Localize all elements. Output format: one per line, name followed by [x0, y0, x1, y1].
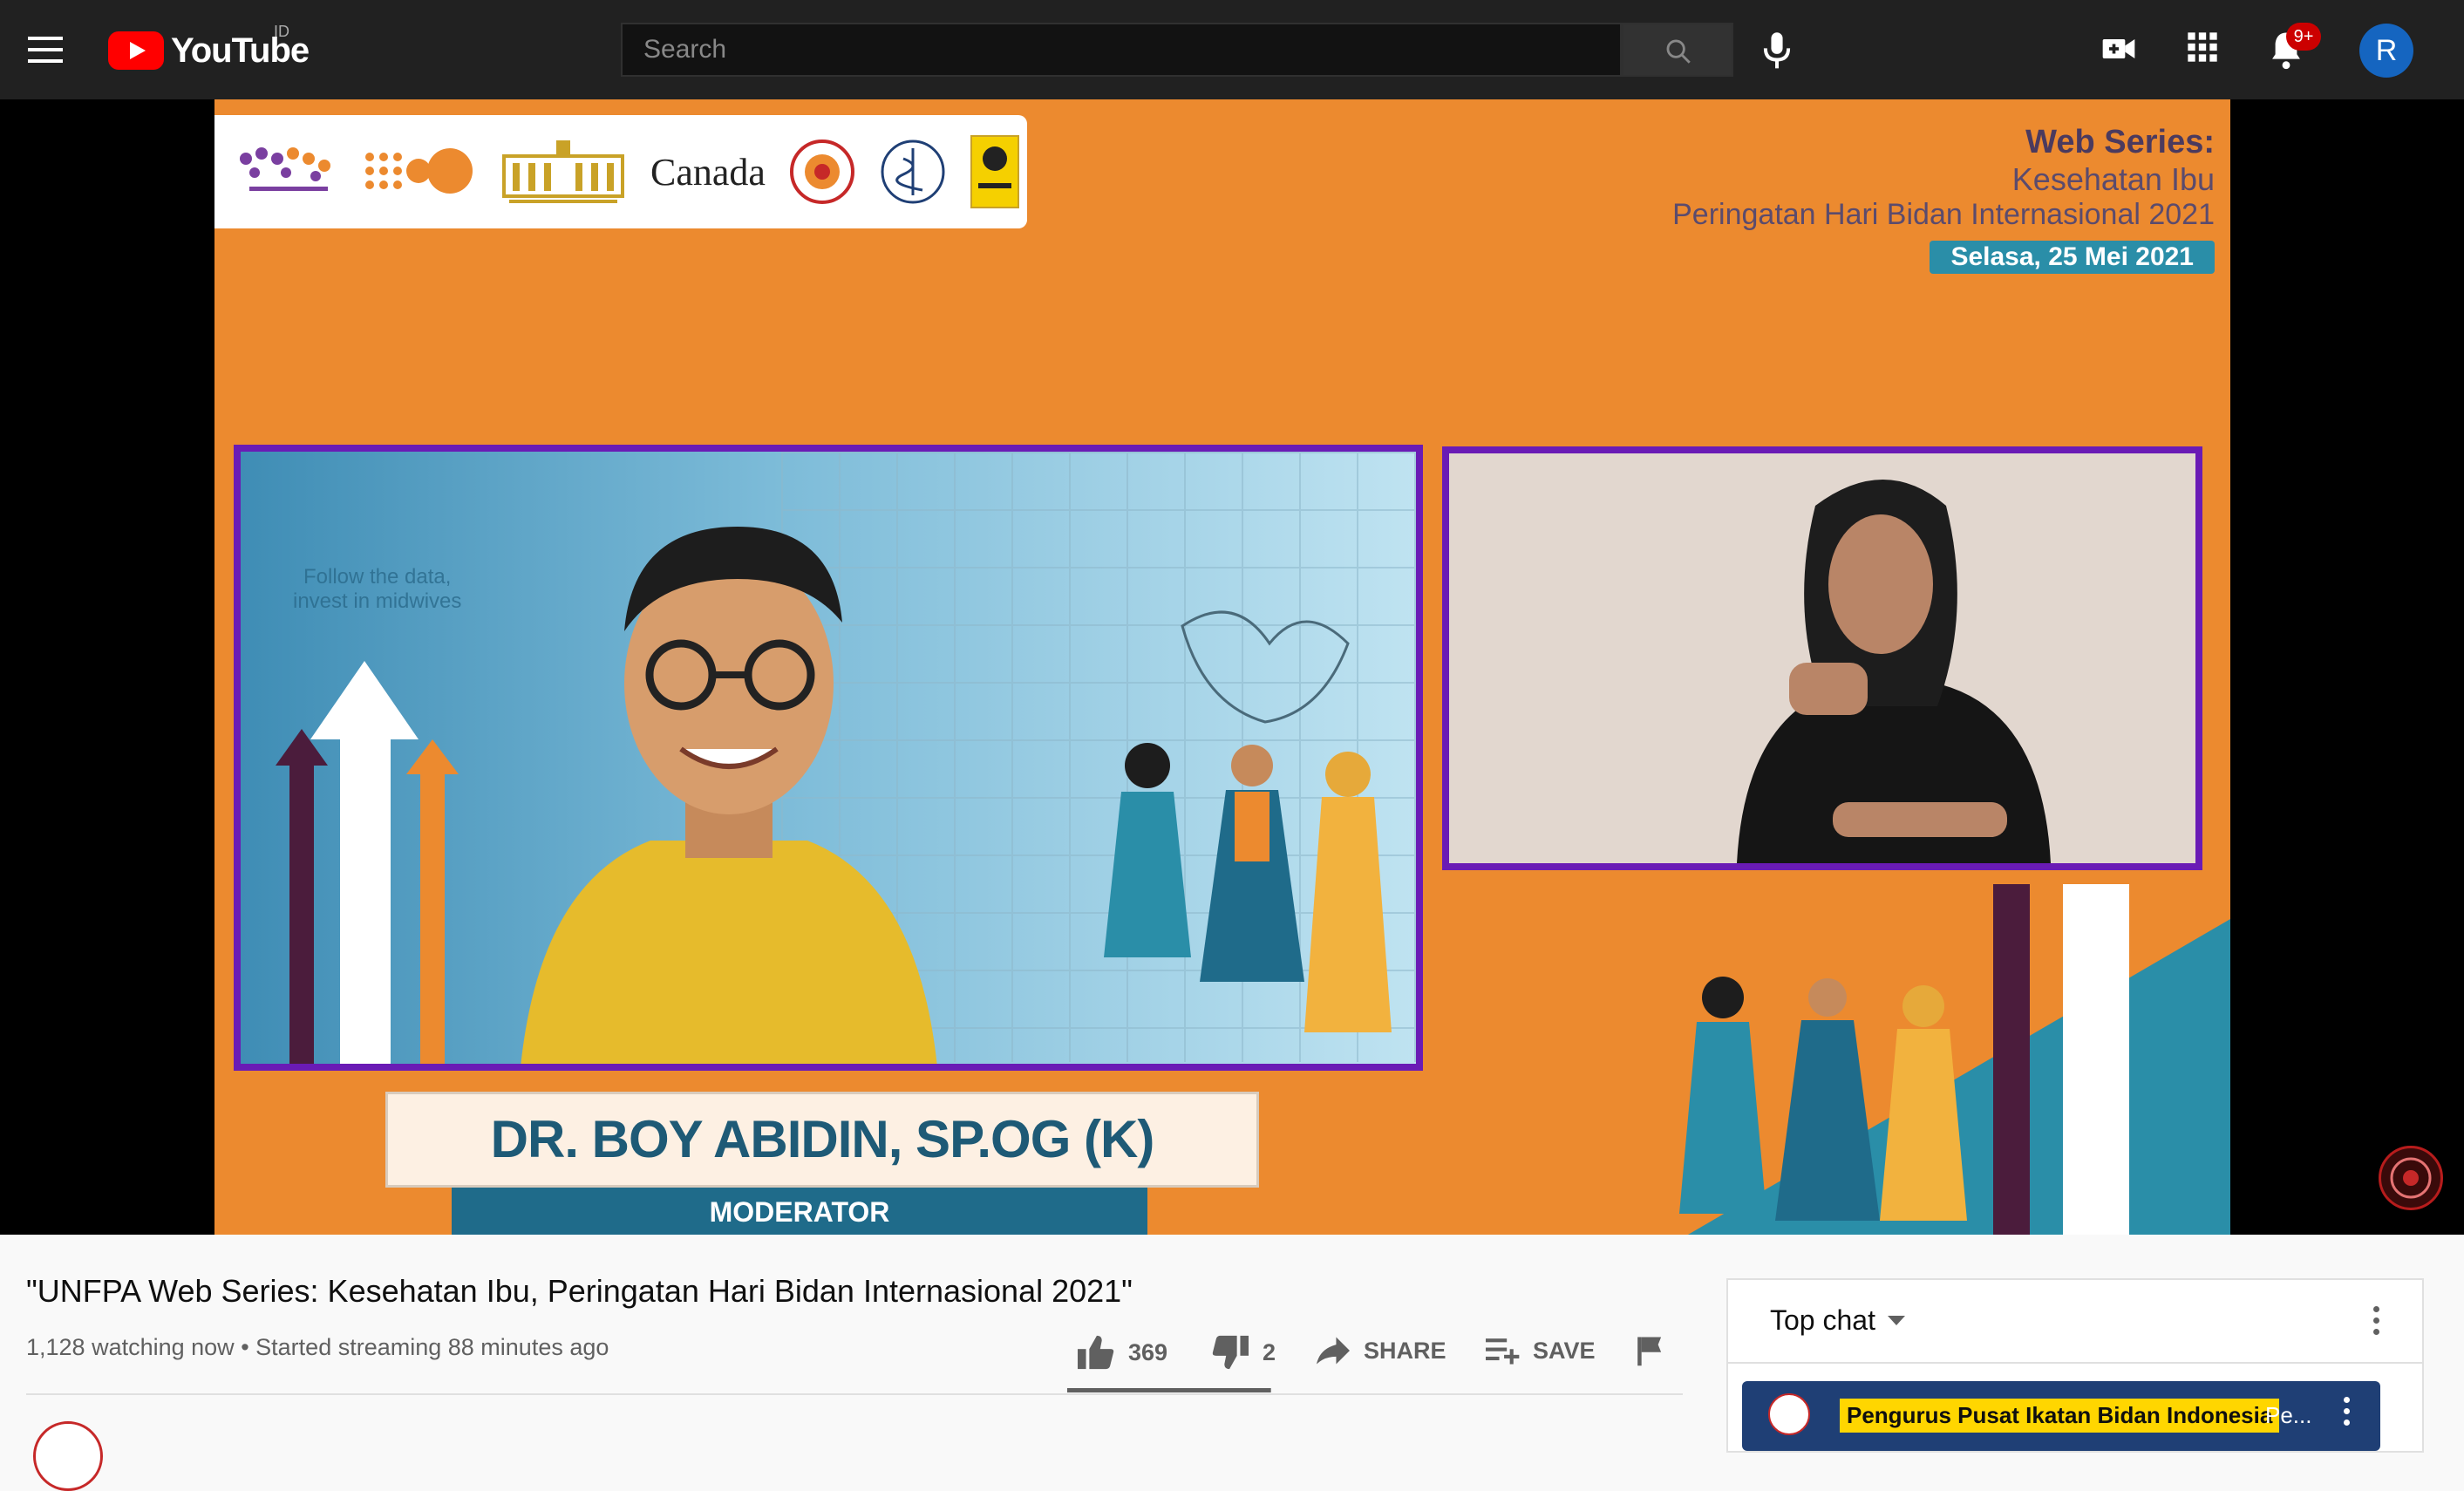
stream-start-time: Started streaming 88 minutes ago [255, 1334, 609, 1360]
report-button[interactable] [1634, 1334, 1665, 1367]
series-subtitle: Kesehatan Ibu [2011, 161, 2215, 197]
channel-watermark-logo[interactable] [2379, 1146, 2443, 1210]
dropdown-arrow-icon [1887, 1315, 1905, 1325]
notification-badge: 9+ [2286, 23, 2321, 51]
apps-button[interactable] [2185, 30, 2220, 69]
sign-language-interpreter-panel [1442, 446, 2202, 870]
unfpa-logo [365, 148, 473, 194]
youtube-logo[interactable]: YouTube ID [108, 23, 310, 71]
viewer-count: 1,128 watching now [26, 1334, 235, 1360]
video-frame[interactable]: Canada Web Series: Kesehatan Ibu Peringa… [214, 99, 2230, 1235]
menu-icon[interactable] [28, 37, 63, 63]
pinned-author-name: Pengurus Pusat Ikatan Bidan Indonesia [1840, 1399, 2280, 1433]
pinned-message[interactable]: Pengurus Pusat Ikatan Bidan Indonesia Pe… [1742, 1381, 2380, 1451]
dislike-button[interactable]: 2 [1210, 1334, 1276, 1371]
chat-mode-dropdown[interactable]: Top chat [1770, 1304, 1905, 1337]
slogan: Follow the data, invest in midwives [293, 565, 461, 614]
thumbs-up-icon [1078, 1335, 1114, 1370]
dislike-count: 2 [1263, 1338, 1276, 1365]
knowledge-hub-logo [240, 147, 330, 191]
masthead: YouTube ID Search 9+ R [0, 0, 2464, 99]
account-avatar[interactable]: R [2359, 24, 2413, 78]
mic-button[interactable] [1760, 30, 1794, 74]
interpreter-figure [1449, 453, 2195, 863]
pinned-more-options-icon[interactable] [2344, 1397, 2351, 1431]
youtube-logo-icon [108, 31, 164, 70]
info-divider [26, 1393, 1683, 1395]
pinned-message-text: Pe... [2265, 1402, 2312, 1428]
speaker-figure [521, 527, 937, 1064]
slogan-line-2: invest in midwives [293, 589, 462, 613]
event-date: Selasa, 25 Mei 2021 [1930, 241, 2215, 274]
university-logo [970, 135, 1019, 208]
like-dislike-ratio-bar [1067, 1388, 1271, 1392]
video-meta: 1,128 watching now • Started streaming 8… [26, 1334, 609, 1361]
search-icon [1666, 39, 1691, 64]
share-icon [1317, 1337, 1350, 1365]
create-button[interactable] [2100, 30, 2138, 72]
country-code: ID [274, 23, 289, 40]
flag-icon [1637, 1337, 1662, 1366]
watermark-emblem-icon [2390, 1157, 2432, 1199]
like-button[interactable]: 369 [1076, 1334, 1167, 1371]
kantor-staf-presiden-logo [502, 140, 624, 203]
speaker-name: DR. BOY ABIDIN, SP.OG (K) [385, 1092, 1259, 1188]
caduceus-logo [881, 140, 945, 204]
live-chat-panel: Top chat Pengurus Pusat Ikatan Bidan Ind… [1726, 1278, 2424, 1453]
share-label: SHARE [1364, 1337, 1446, 1364]
ibi-logo [789, 140, 854, 204]
series-title: Web Series: [2025, 124, 2215, 160]
series-heading: Web Series: Kesehatan Ibu Peringatan Har… [1672, 124, 2215, 274]
chat-mode-label: Top chat [1770, 1304, 1875, 1336]
search-button[interactable] [1622, 23, 1733, 77]
sponsor-logo-strip: Canada [214, 115, 1027, 228]
event-name: Peringatan Hari Bidan Internasional 2021 [1672, 198, 2215, 231]
thumbs-down-icon [1212, 1335, 1249, 1370]
channel-avatar[interactable] [33, 1421, 103, 1491]
video-title: "UNFPA Web Series: Kesehatan Ibu, Pering… [26, 1273, 1133, 1309]
apps-grid-icon [2188, 32, 2217, 62]
search-input[interactable]: Search [621, 23, 1622, 77]
chat-more-options-icon[interactable] [2373, 1306, 2380, 1340]
speaker-role: MODERATOR [452, 1188, 1147, 1235]
decorative-illustration [1679, 884, 2230, 1235]
save-button[interactable]: SAVE [1484, 1334, 1596, 1367]
save-label: SAVE [1533, 1337, 1596, 1364]
video-player[interactable]: Canada Web Series: Kesehatan Ibu Peringa… [0, 99, 2464, 1235]
like-count: 369 [1128, 1338, 1168, 1365]
chat-header: Top chat [1728, 1280, 2422, 1364]
canada-logo: Canada [650, 150, 766, 194]
create-video-icon [2102, 39, 2135, 58]
meta-separator: • [241, 1334, 249, 1360]
speaker-video-panel: Follow the data, invest in midwives [234, 445, 1423, 1071]
slogan-line-1: Follow the data, [303, 565, 452, 589]
like-ratio-fill [1067, 1388, 1270, 1392]
playlist-add-icon [1486, 1338, 1520, 1365]
midwives-illustration [1104, 610, 1392, 1032]
mic-icon [1763, 32, 1791, 69]
growth-arrows-graphic [276, 661, 459, 1064]
share-button[interactable]: SHARE [1315, 1334, 1446, 1367]
pinned-author-avatar [1768, 1393, 1810, 1435]
